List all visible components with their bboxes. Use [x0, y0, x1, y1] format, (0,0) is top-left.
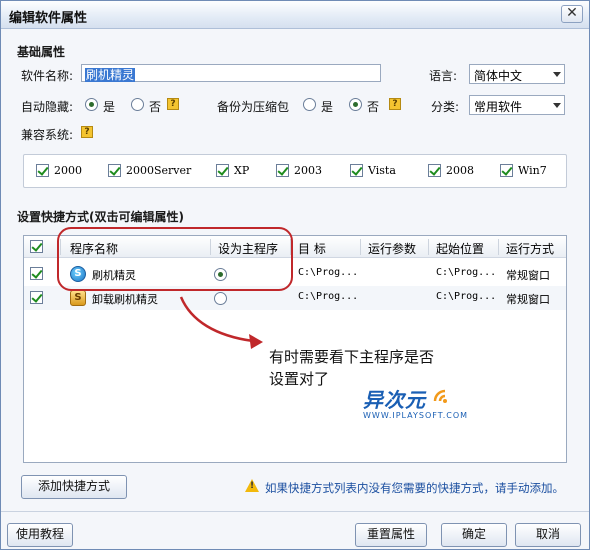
annotation-line-1: 有时需要看下主程序是否 [269, 348, 435, 366]
wifi-signal-icon [433, 389, 447, 403]
tutorial-button[interactable]: 使用教程 [7, 523, 73, 547]
logo-en: WWW.IPLAYSOFT.COM [363, 411, 469, 420]
add-shortcut-button[interactable]: 添加快捷方式 [21, 475, 127, 499]
ok-button[interactable]: 确定 [441, 523, 507, 547]
hint-text: 如果快捷方式列表内没有您需要的快捷方式，请手动添加。 [265, 481, 564, 495]
reset-button[interactable]: 重置属性 [355, 523, 427, 547]
edit-software-properties-dialog: 编辑软件属性 ✕ 基础属性 软件名称: 刷机精灵 语言: 简体中文 自动隐藏: … [0, 0, 590, 550]
warning-icon: ! [245, 479, 259, 492]
annotation-arrow [179, 296, 263, 349]
footer-divider [1, 511, 589, 512]
cancel-button[interactable]: 取消 [515, 523, 581, 547]
